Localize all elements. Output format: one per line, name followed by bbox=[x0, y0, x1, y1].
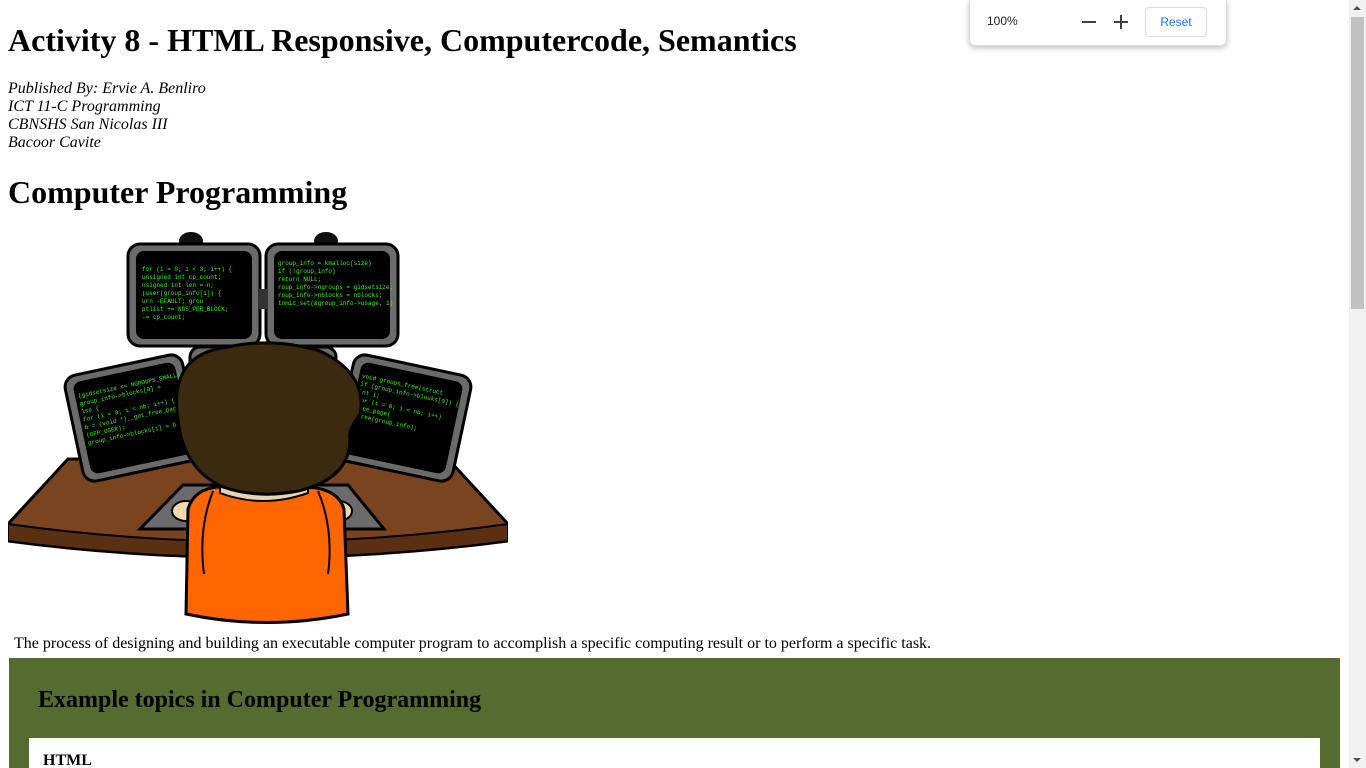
byline-class: ICT 11-C Programming bbox=[8, 98, 161, 115]
byline-author: Published By: Ervie A. Benliro bbox=[8, 80, 206, 97]
section-heading: Computer Programming bbox=[8, 174, 348, 210]
page-content: Activity 8 - HTML Responsive, Computerco… bbox=[0, 0, 1349, 768]
svg-text:if (!group_info): if (!group_info) bbox=[278, 268, 336, 275]
svg-text:roup_info->ngroups = gidsetsiz: roup_info->ngroups = gidsetsize; bbox=[278, 284, 393, 291]
topic-card-html: HTML bbox=[29, 738, 1320, 768]
scrollbar-thumb[interactable] bbox=[1351, 17, 1364, 309]
scroll-down-arrow-icon[interactable] bbox=[1349, 751, 1366, 768]
svg-text:roup_info->nblocks = nblocks;: roup_info->nblocks = nblocks; bbox=[278, 292, 382, 299]
svg-text:(user(group_info[i]) {: (user(group_info[i]) { bbox=[142, 290, 222, 297]
svg-text:unsigned int cp_count;: unsigned int cp_count; bbox=[142, 274, 221, 281]
zoom-popup: 100% Reset bbox=[969, 0, 1227, 46]
svg-text:ptlist += NGS_PER_BLOCK;: ptlist += NGS_PER_BLOCK; bbox=[142, 306, 228, 313]
reset-button[interactable]: Reset bbox=[1145, 7, 1207, 37]
svg-text:group_info = kmalloc(size): group_info = kmalloc(size) bbox=[278, 260, 372, 267]
scroll-up-arrow-icon[interactable] bbox=[1349, 0, 1366, 17]
svg-text:tomic_set(&group_info->usage,: tomic_set(&group_info->usage, 1) bbox=[278, 300, 393, 307]
byline-school: CBNSHS San Nicolas III bbox=[8, 116, 168, 133]
svg-text:nsigned int len = n;: nsigned int len = n; bbox=[142, 282, 214, 289]
minus-icon[interactable] bbox=[1077, 10, 1101, 34]
topic-card-title: HTML bbox=[43, 752, 92, 768]
svg-text:urn -EFAULT; grou: urn -EFAULT; grou bbox=[142, 298, 204, 305]
svg-text:for (i = 0; i < 3; i++) {: for (i = 0; i < 3; i++) { bbox=[142, 266, 232, 273]
svg-text:return NULL;: return NULL; bbox=[278, 276, 321, 283]
topics-section: Example topics in Computer Programming H… bbox=[9, 658, 1340, 768]
topics-heading: Example topics in Computer Programming bbox=[38, 687, 482, 713]
programmer-illustration: for (i = 0; i < 3; i++) { unsigned int c… bbox=[8, 232, 508, 624]
byline: Published By: Ervie A. Benliro ICT 11-C … bbox=[8, 80, 206, 152]
byline-location: Bacoor Cavite bbox=[8, 134, 101, 151]
plus-icon[interactable] bbox=[1109, 10, 1133, 34]
zoom-level: 100% bbox=[987, 14, 1018, 28]
vertical-scrollbar[interactable] bbox=[1349, 0, 1366, 768]
page-title: Activity 8 - HTML Responsive, Computerco… bbox=[8, 22, 797, 58]
svg-text:-= cp_count;: -= cp_count; bbox=[142, 314, 185, 321]
description-text: The process of designing and building an… bbox=[14, 635, 932, 652]
